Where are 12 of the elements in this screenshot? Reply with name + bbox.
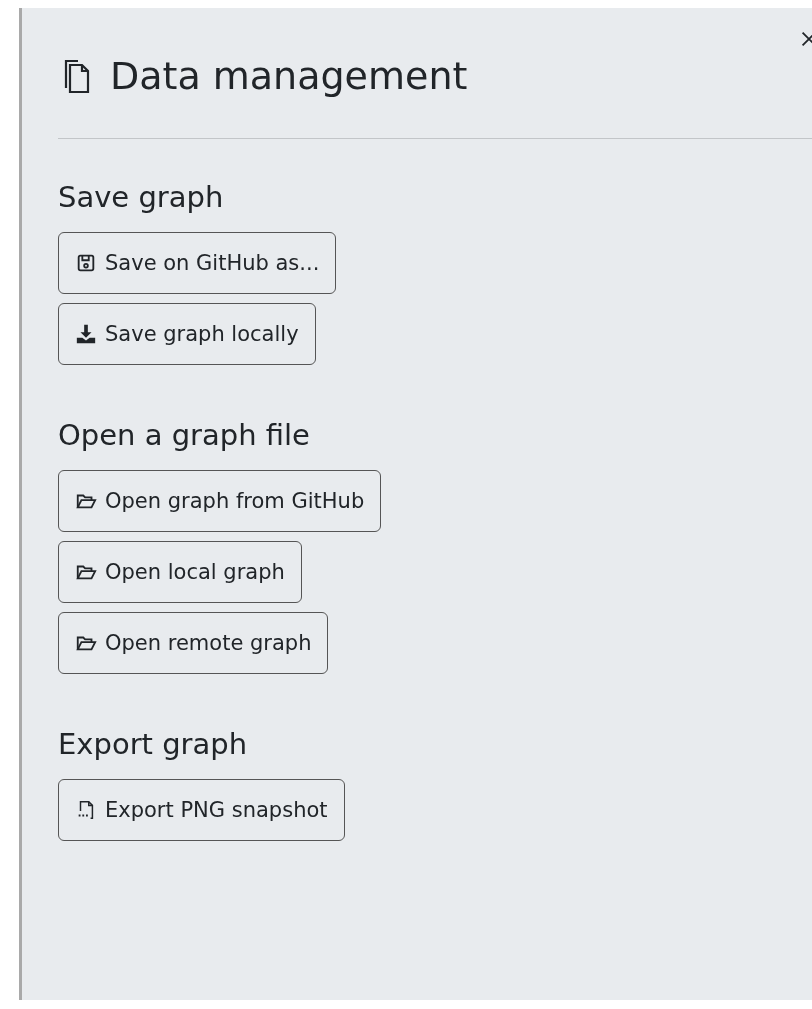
section-heading: Save graph <box>58 179 225 216</box>
action-button[interactable]: Open graph from GitHub <box>58 470 382 532</box>
section-heading: Open a graph file <box>58 417 311 454</box>
action-button[interactable]: Open local graph <box>58 541 302 603</box>
action-button[interactable]: Save graph locally <box>58 303 316 365</box>
action-button[interactable]: Export PNG snapshot <box>58 779 345 841</box>
copy-documents-icon <box>62 58 92 94</box>
download-icon <box>75 323 97 345</box>
section-heading: Export graph <box>58 726 249 763</box>
panel-title: Data management <box>110 54 468 98</box>
action-button[interactable]: Save on GitHub as... <box>58 232 337 294</box>
action-button[interactable]: Open remote graph <box>58 612 329 674</box>
